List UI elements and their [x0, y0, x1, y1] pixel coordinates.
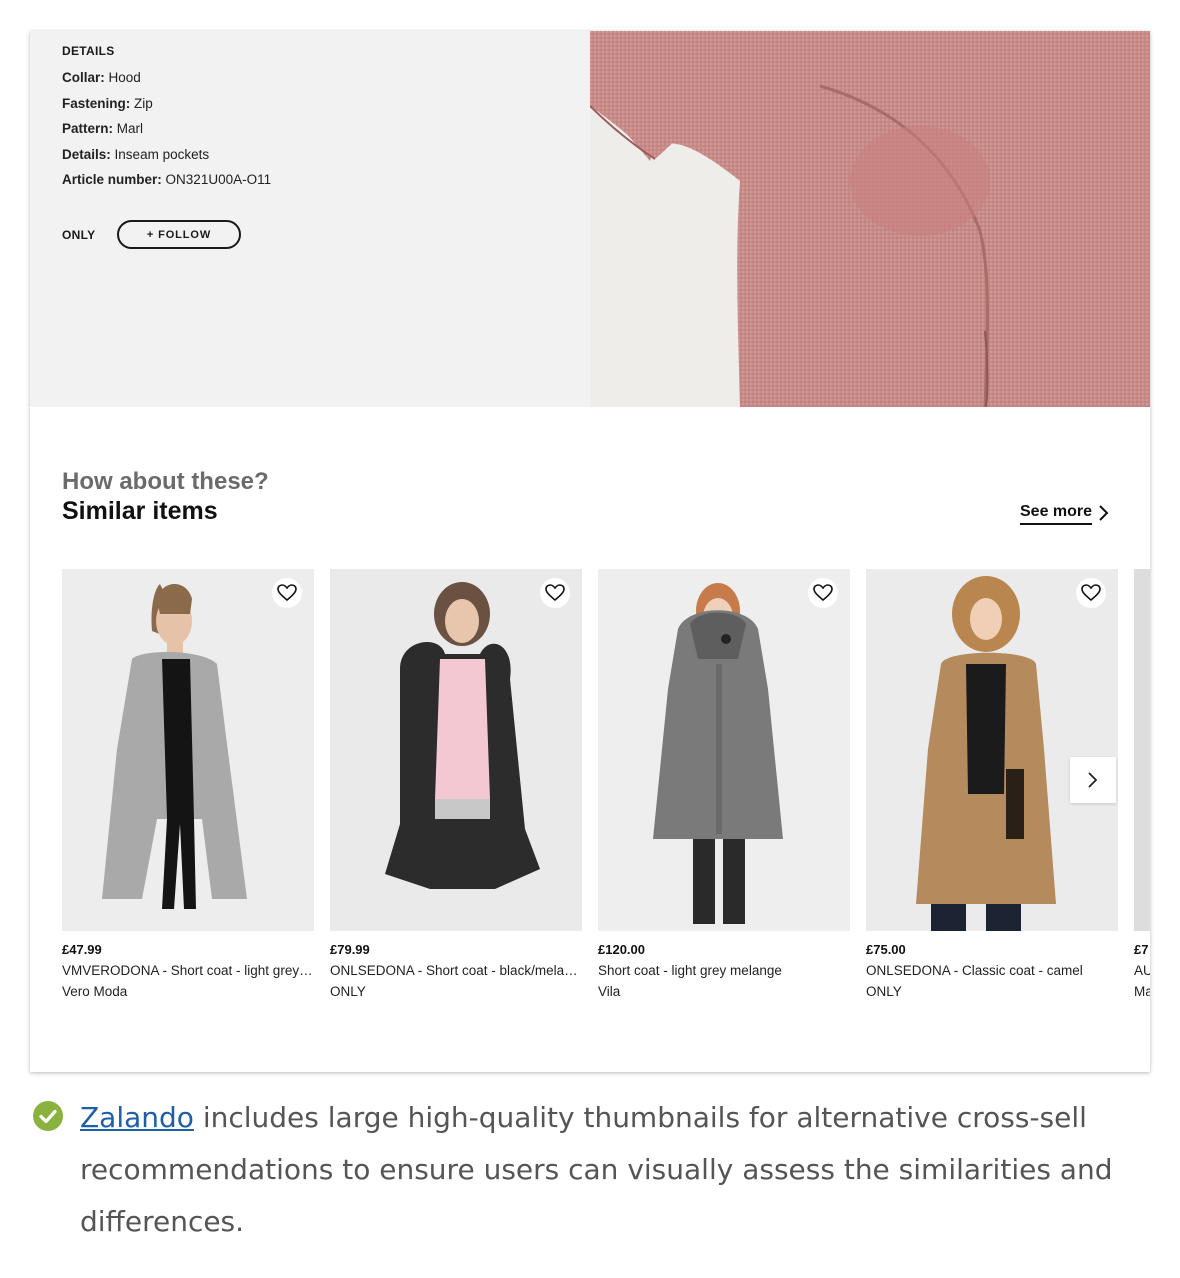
product-thumbnail[interactable] [62, 569, 314, 931]
carousel-next-button[interactable] [1070, 757, 1116, 803]
detail-value: ON321U00A-O11 [165, 172, 272, 187]
product-brand: Ma [1134, 984, 1150, 999]
detail-value: Hood [108, 70, 141, 85]
section-kicker: How about these? [62, 468, 269, 495]
product-name[interactable]: AU [1134, 963, 1150, 978]
model-illustration [598, 569, 850, 931]
product-name[interactable]: Short coat - light grey melange [598, 963, 850, 978]
detail-key: Collar: [62, 70, 105, 85]
section-title: Similar items [62, 497, 218, 525]
coat-inner [716, 664, 722, 834]
details-panel: DETAILS Collar: Hood Fastening: Zip Patt… [30, 31, 590, 407]
product-thumbnail[interactable] [330, 569, 582, 931]
model-illustration [62, 569, 314, 931]
chevron-right-icon [1088, 772, 1098, 788]
product-tile[interactable]: £47.99 VMVERODONA - Short coat - light g… [62, 569, 314, 999]
product-name[interactable]: ONLSEDONA - Classic coat - camel [866, 963, 1118, 978]
detail-key: Details: [62, 147, 111, 162]
chevron-right-icon [1099, 505, 1109, 521]
see-more-link[interactable]: See more [1020, 503, 1110, 525]
check-circle-icon [33, 1101, 63, 1131]
coat-body [1134, 569, 1150, 931]
detail-value: Zip [134, 96, 153, 111]
model-illustration [866, 569, 1118, 931]
coat-inner [162, 659, 194, 819]
follow-button[interactable]: + FOLLOW [117, 220, 241, 249]
product-card: DETAILS Collar: Hood Fastening: Zip Patt… [30, 31, 1150, 1072]
product-price: £47.99 [62, 942, 102, 957]
product-thumbnail[interactable] [598, 569, 850, 931]
zalando-link[interactable]: Zalando [80, 1101, 194, 1134]
product-brand: Vero Moda [62, 984, 128, 999]
product-detail-photo [590, 31, 1150, 407]
wishlist-button[interactable] [808, 578, 838, 608]
product-brand: ONLY [330, 984, 366, 999]
product-brand: ONLY [866, 984, 902, 999]
product-price: £7 [1134, 942, 1149, 957]
wishlist-button[interactable] [272, 578, 302, 608]
detail-key: Fastening: [62, 96, 131, 111]
wishlist-button[interactable] [1076, 578, 1106, 608]
detail-value: Marl [116, 121, 144, 136]
product-brand: Vila [598, 984, 621, 999]
caption-body: includes large high-quality thumbnails f… [80, 1101, 1113, 1238]
wishlist-button[interactable] [540, 578, 570, 608]
product-name[interactable]: VMVERODONA - Short coat - light grey mel… [62, 963, 314, 978]
brand-name: ONLY [62, 228, 96, 242]
product-price: £120.00 [598, 942, 645, 957]
product-tile[interactable]: £79.99 ONLSEDONA - Short coat - black/me… [330, 569, 582, 999]
see-more-label: See more [1020, 503, 1093, 525]
heart-icon [545, 584, 565, 602]
product-name[interactable]: ONLSEDONA - Short coat - black/melange [330, 963, 582, 978]
product-price: £75.00 [866, 942, 906, 957]
detail-details: Details: Inseam pockets [62, 147, 209, 162]
details-heading: DETAILS [62, 44, 115, 58]
caption-text: Zalando includes large high-quality thum… [80, 1092, 1140, 1248]
product-tile[interactable]: £120.00 Short coat - light grey melange … [598, 569, 850, 999]
model-illustration [330, 569, 582, 931]
product-tile-partial[interactable]: £7 AU Ma [1134, 569, 1150, 999]
detail-collar: Collar: Hood [62, 70, 141, 85]
detail-key: Article number: [62, 172, 162, 187]
coat-inner [435, 659, 490, 799]
heart-icon [1081, 584, 1101, 602]
detail-pattern: Pattern: Marl [62, 121, 143, 136]
detail-value: Inseam pockets [114, 147, 210, 162]
heart-icon [813, 584, 833, 602]
product-price: £79.99 [330, 942, 370, 957]
heart-icon [277, 584, 297, 602]
detail-key: Pattern: [62, 121, 114, 136]
model-illustration [1134, 569, 1150, 931]
product-thumbnail[interactable] [866, 569, 1118, 931]
coat-inner [966, 664, 1006, 794]
product-thumbnail[interactable] [1134, 569, 1150, 931]
detail-article-number: Article number: ON321U00A-O11 [62, 172, 271, 187]
detail-fastening: Fastening: Zip [62, 96, 153, 111]
